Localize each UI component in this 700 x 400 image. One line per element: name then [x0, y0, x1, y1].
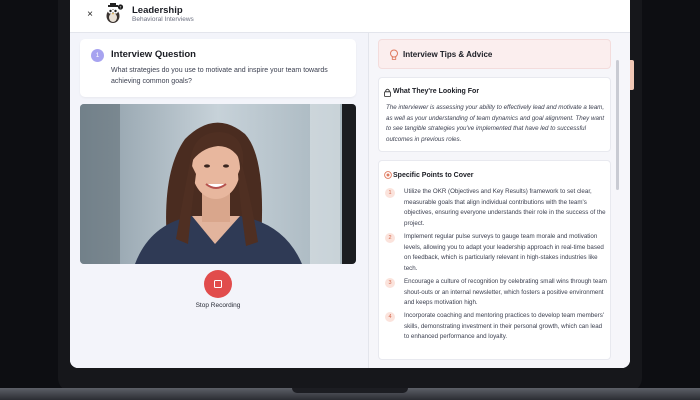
- close-button[interactable]: ×: [83, 8, 97, 22]
- question-text: What strategies do you use to motivate a…: [111, 67, 328, 85]
- point-text: Implement regular pulse surveys to gauge…: [404, 233, 604, 272]
- stop-recording-button[interactable]: [204, 270, 232, 298]
- owl-avatar-icon: ?: [106, 3, 124, 23]
- point-number: 3: [385, 278, 395, 288]
- looking-for-card: What They're Looking For The interviewer…: [378, 77, 611, 152]
- tips-title: Interview Tips & Advice: [403, 50, 493, 59]
- point-number: 2: [385, 233, 395, 243]
- point-text: Incorporate coaching and mentoring pract…: [404, 312, 604, 340]
- lock-icon: [384, 88, 391, 97]
- svg-text:?: ?: [120, 5, 122, 9]
- lightbulb-icon: [390, 49, 398, 60]
- page-title: Leadership: [132, 5, 183, 16]
- laptop-notch: [292, 388, 408, 393]
- point-text: Utilize the OKR (Objectives and Key Resu…: [404, 188, 606, 227]
- tips-scrollbar[interactable]: [616, 60, 619, 190]
- point-number: 4: [385, 312, 395, 322]
- page-subtitle: Behavioral Interviews: [132, 16, 194, 23]
- stop-icon: [214, 280, 222, 288]
- point-number: 1: [385, 188, 395, 198]
- question-heading: Interview Question: [111, 49, 196, 60]
- app-window: × ? Leadership Behavioral Interviews 1 I…: [70, 0, 630, 368]
- video-frame: [80, 104, 356, 264]
- points-title: Specific Points to Cover: [393, 172, 474, 179]
- stop-recording-label: Stop Recording: [195, 302, 241, 309]
- question-card: 1 Interview Question What strategies do …: [80, 39, 356, 97]
- looking-for-text: The interviewer is assessing your abilit…: [386, 104, 605, 143]
- points-card: Specific Points to Cover 1 Utilize the O…: [378, 160, 611, 360]
- looking-for-title: What They're Looking For: [393, 88, 480, 95]
- target-icon: [384, 171, 392, 179]
- header: × ? Leadership Behavioral Interviews: [70, 0, 630, 33]
- tips-header: Interview Tips & Advice: [378, 39, 611, 69]
- question-number-badge: 1: [91, 49, 104, 62]
- point-text: Encourage a culture of recognition by ce…: [404, 278, 607, 306]
- video-preview: [80, 104, 356, 264]
